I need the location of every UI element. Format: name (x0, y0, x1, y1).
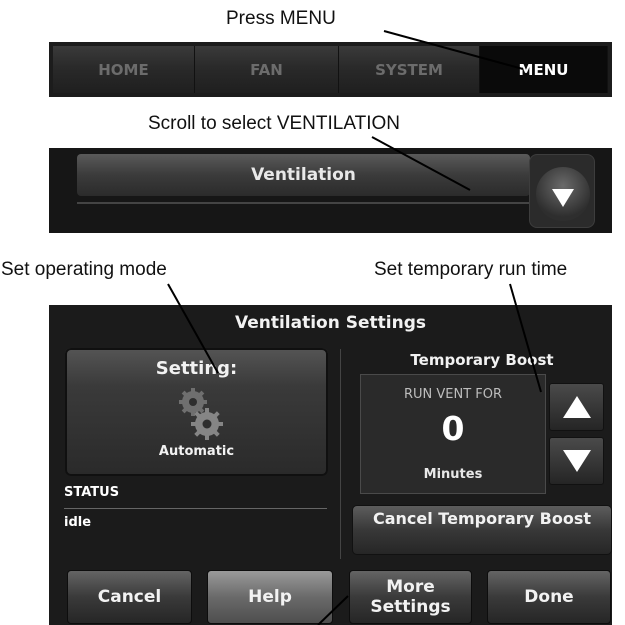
annotation-leaders (167, 30, 542, 625)
